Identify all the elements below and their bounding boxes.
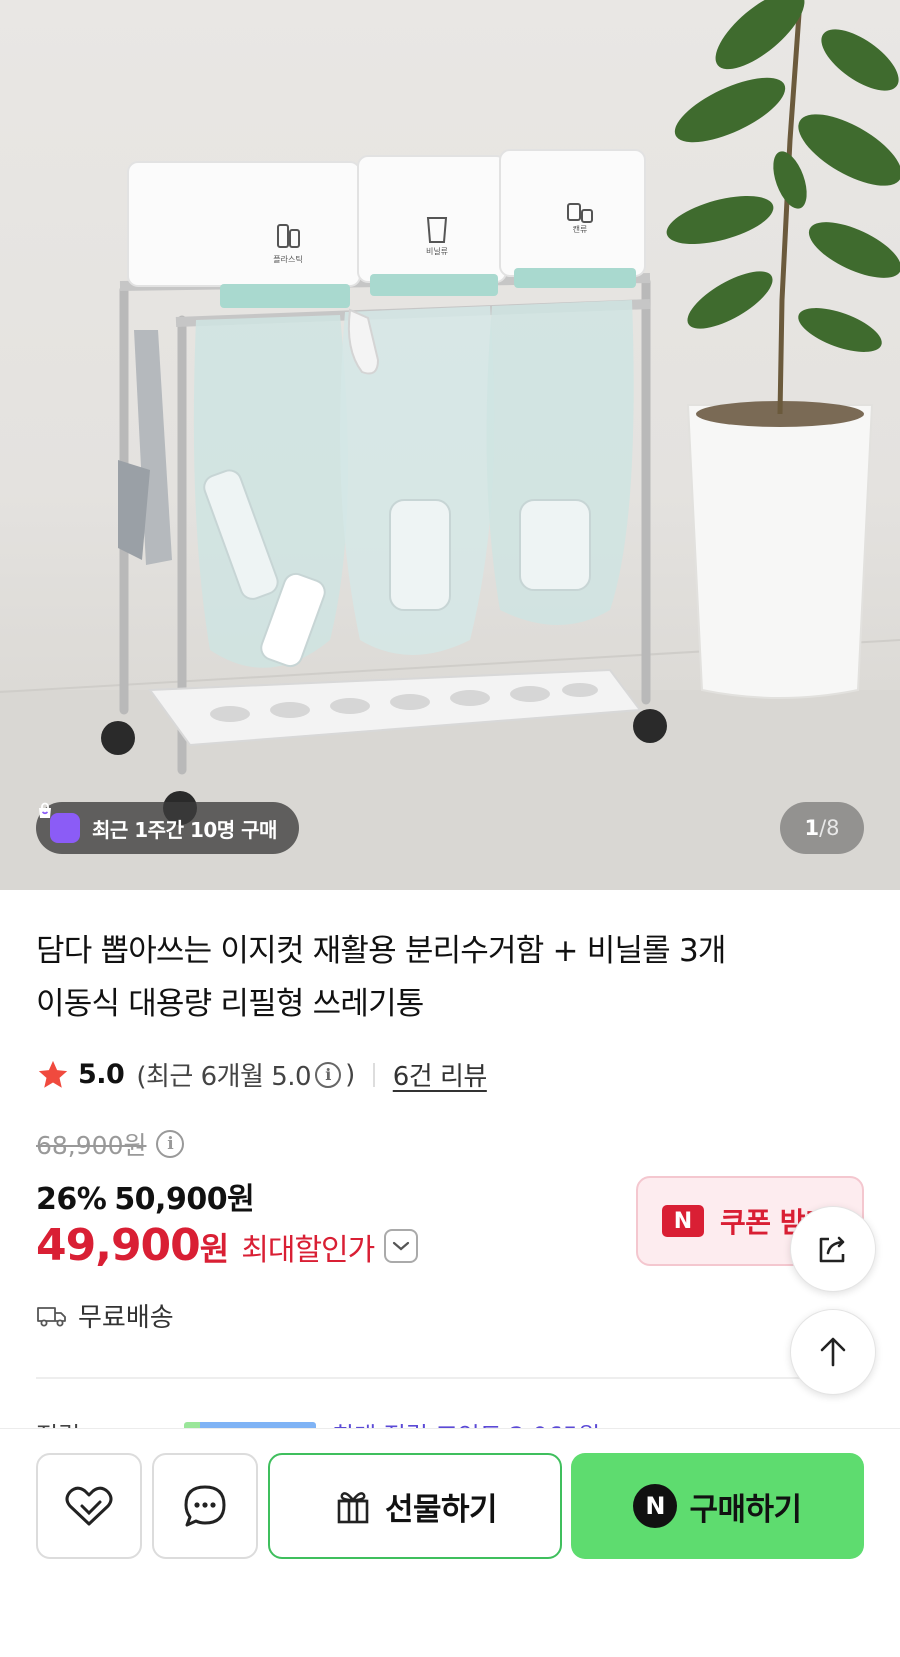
discount-percent: 26% <box>36 1182 107 1217</box>
chevron-down-icon[interactable] <box>384 1228 419 1263</box>
chat-button[interactable] <box>152 1453 258 1559</box>
original-price: 68,900원 <box>36 1131 147 1160</box>
original-price-row: 68,900원 i <box>36 1126 185 1162</box>
product-title-line-2: 이동식 대용량 리필형 쓰레기통 <box>36 986 424 1022</box>
recent-rating-close: ) <box>345 1059 355 1090</box>
gift-button-label: 선물하기 <box>384 1491 498 1528</box>
max-discount-price: 49,900 <box>36 1220 201 1271</box>
image-counter-separator: / <box>819 816 827 840</box>
bag-icon <box>39 802 80 843</box>
product-image[interactable]: 플라스틱 비닐류 캔류 최근 1주간 10명 구매 1 / 8 <box>0 0 900 890</box>
share-button[interactable] <box>790 1206 876 1292</box>
max-discount-label: 최대할인가 <box>241 1233 375 1268</box>
bin-label-can: 캔류 <box>573 224 588 234</box>
bin-label-vinyl: 비닐류 <box>426 246 448 256</box>
recent-rating: (최근 6개월 5.0 <box>136 1062 312 1092</box>
scroll-top-button[interactable] <box>790 1309 876 1395</box>
like-button[interactable] <box>36 1453 142 1559</box>
rating-row: 5.0 (최근 6개월 5.0 i ) 6건 리뷰 <box>36 1056 487 1093</box>
naver-n-icon: N <box>662 1205 704 1237</box>
buy-button-label: 구매하기 <box>689 1491 802 1528</box>
naver-pay-icon: N <box>633 1484 678 1528</box>
chat-icon <box>184 1485 226 1527</box>
product-title: 담다 뽑아쓰는 이지컷 재활용 분리수거함 + 비닐롤 3개 이동식 대용량 리… <box>36 925 856 1031</box>
rating-score: 5.0 <box>78 1059 125 1090</box>
recent-buyers-text: 최근 1주간 10명 구매 <box>92 817 277 842</box>
image-counter-current: 1 <box>804 816 820 840</box>
bin-label-plastic: 플라스틱 <box>273 254 302 264</box>
section-divider <box>36 1377 806 1379</box>
heart-icon <box>65 1486 113 1526</box>
shipping-row: 무료배송 <box>36 1297 174 1334</box>
gift-icon <box>337 1492 369 1524</box>
price-info-icon[interactable]: i <box>156 1130 185 1158</box>
gift-button[interactable]: 선물하기 <box>268 1453 562 1559</box>
share-icon <box>819 1236 845 1263</box>
max-discount-unit: 원 <box>199 1230 230 1268</box>
product-title-line-1: 담다 뽑아쓰는 이지컷 재활용 분리수거함 + 비닐롤 3개 <box>36 933 726 969</box>
buy-button[interactable]: N 구매하기 <box>571 1453 864 1559</box>
product-photo: 플라스틱 비닐류 캔류 <box>0 0 900 890</box>
sale-price-row: 26% 50,900원 <box>36 1174 255 1218</box>
bottom-action-bar: 선물하기 N 구매하기 <box>0 1428 900 1657</box>
image-counter-total: 8 <box>826 816 840 840</box>
image-counter: 1 / 8 <box>780 802 864 854</box>
divider <box>372 1062 375 1087</box>
review-count-link[interactable]: 6건 리뷰 <box>393 1056 488 1093</box>
truck-icon <box>37 1306 66 1326</box>
max-discount-row: 49,900 원 최대할인가 <box>36 1220 419 1271</box>
info-icon[interactable]: i <box>315 1061 342 1088</box>
recent-buyers-badge: 최근 1주간 10명 구매 <box>36 802 299 854</box>
sale-price: 50,900원 <box>114 1182 255 1217</box>
shipping-text: 무료배송 <box>78 1303 174 1333</box>
arrow-up-icon <box>820 1337 846 1367</box>
star-icon <box>38 1060 68 1088</box>
